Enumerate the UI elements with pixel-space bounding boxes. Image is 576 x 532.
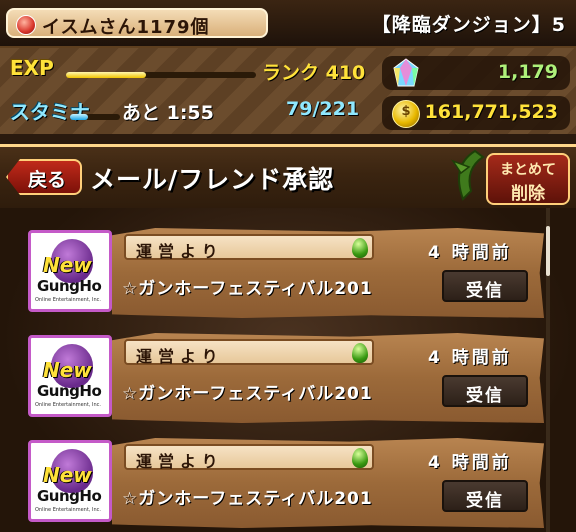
scrollbar[interactable]	[546, 208, 550, 532]
sender-avatar: New GungHo Online Entertainment, Inc.	[28, 335, 112, 417]
back-button[interactable]: 戻る	[6, 159, 82, 195]
logo-brand-text: GungHo	[37, 277, 102, 295]
mail-item[interactable]: New GungHo Online Entertainment, Inc. 運営…	[28, 327, 544, 423]
rank-text: ランク 410	[262, 62, 366, 84]
logo-subtitle: Online Entertainment, Inc.	[35, 507, 101, 513]
sender-box: 運営より	[124, 234, 374, 261]
receive-button-label: 受信	[466, 281, 504, 301]
coins-count: 161,771,523	[424, 101, 558, 123]
mail-subject: ☆ガンホーフェスティバル201	[122, 489, 373, 509]
mail-item[interactable]: New GungHo Online Entertainment, Inc. 運営…	[28, 222, 544, 318]
exp-label: EXP	[10, 56, 54, 80]
magic-stones-panel[interactable]: 1,179	[382, 56, 570, 90]
sender-box: 運営より	[124, 339, 374, 366]
receive-button-label: 受信	[466, 386, 504, 406]
logo-new-text: New	[43, 253, 92, 277]
magic-stone-icon	[393, 58, 419, 87]
mail-panel[interactable]: 運営より 4 時間前 ☆ガンホーフェスティバル201 受信	[112, 228, 544, 318]
coin-icon: $	[392, 100, 420, 128]
player-name-box: イスムさん1179個	[6, 8, 268, 38]
coins-panel: $ 161,771,523	[382, 96, 570, 130]
mail-sender: 運営より	[136, 347, 224, 366]
mail-time: 4 時間前	[428, 243, 512, 263]
exp-bar-fill	[66, 72, 146, 78]
green-egg-icon	[352, 448, 368, 468]
receive-button[interactable]: 受信	[442, 270, 528, 302]
title-bar: 戻る メール/フレンド承認 まとめて 削除	[0, 144, 576, 212]
logo-brand-text: GungHo	[37, 487, 102, 505]
mail-subject: ☆ガンホーフェスティバル201	[122, 279, 373, 299]
receive-button[interactable]: 受信	[442, 375, 528, 407]
red-orb-icon	[16, 15, 36, 35]
stamina-bar-fill	[70, 114, 88, 120]
mail-panel[interactable]: 運営より 4 時間前 ☆ガンホーフェスティバル201 受信	[112, 333, 544, 423]
logo-subtitle: Online Entertainment, Inc.	[35, 297, 101, 303]
stamina-bar	[70, 114, 120, 120]
back-button-label: 戻る	[28, 169, 67, 191]
mail-panel[interactable]: 運営より 4 時間前 ☆ガンホーフェスティバル201 受信	[112, 438, 544, 528]
sender-avatar: New GungHo Online Entertainment, Inc.	[28, 230, 112, 312]
stamina-timer: あと 1:55	[122, 102, 214, 124]
logo-new-text: New	[43, 463, 92, 487]
player-name: イスムさん1179個	[42, 17, 210, 38]
stats-panel: EXP ランク 410 スタミナ あと 1:55 79/221 1,179 $ …	[0, 48, 576, 134]
receive-button-label: 受信	[466, 491, 504, 511]
page-title: メール/フレンド承認	[90, 165, 335, 194]
stamina-value: 79/221	[286, 98, 360, 120]
logo-brand-text: GungHo	[37, 382, 102, 400]
sender-box: 運営より	[124, 444, 374, 471]
mail-item[interactable]: New GungHo Online Entertainment, Inc. 運営…	[28, 432, 544, 528]
coin-glyph: $	[401, 104, 411, 119]
delete-all-label-bottom: 削除	[511, 184, 545, 204]
mail-sender: 運営より	[136, 242, 224, 261]
stamina-label: スタミナ	[10, 100, 90, 124]
receive-button[interactable]: 受信	[442, 480, 528, 512]
magic-stones-count: 1,179	[497, 61, 558, 83]
green-egg-icon	[352, 238, 368, 258]
top-bar: イスムさん1179個 【降臨ダンジョン】5	[0, 0, 576, 48]
mail-time: 4 時間前	[428, 453, 512, 473]
mail-list[interactable]: New GungHo Online Entertainment, Inc. 運営…	[0, 208, 576, 532]
mail-subject: ☆ガンホーフェスティバル201	[122, 384, 373, 404]
sender-avatar: New GungHo Online Entertainment, Inc.	[28, 440, 112, 522]
scrollbar-thumb[interactable]	[546, 226, 550, 276]
dungeon-name: 【降臨ダンジョン】5	[371, 14, 566, 36]
mail-sender: 運営より	[136, 452, 224, 471]
logo-subtitle: Online Entertainment, Inc.	[35, 402, 101, 408]
exp-bar	[66, 72, 256, 78]
delete-all-button[interactable]: まとめて 削除	[486, 153, 570, 205]
logo-new-text: New	[43, 358, 92, 382]
green-egg-icon	[352, 343, 368, 363]
delete-all-label-top: まとめて	[500, 162, 556, 178]
mail-time: 4 時間前	[428, 348, 512, 368]
